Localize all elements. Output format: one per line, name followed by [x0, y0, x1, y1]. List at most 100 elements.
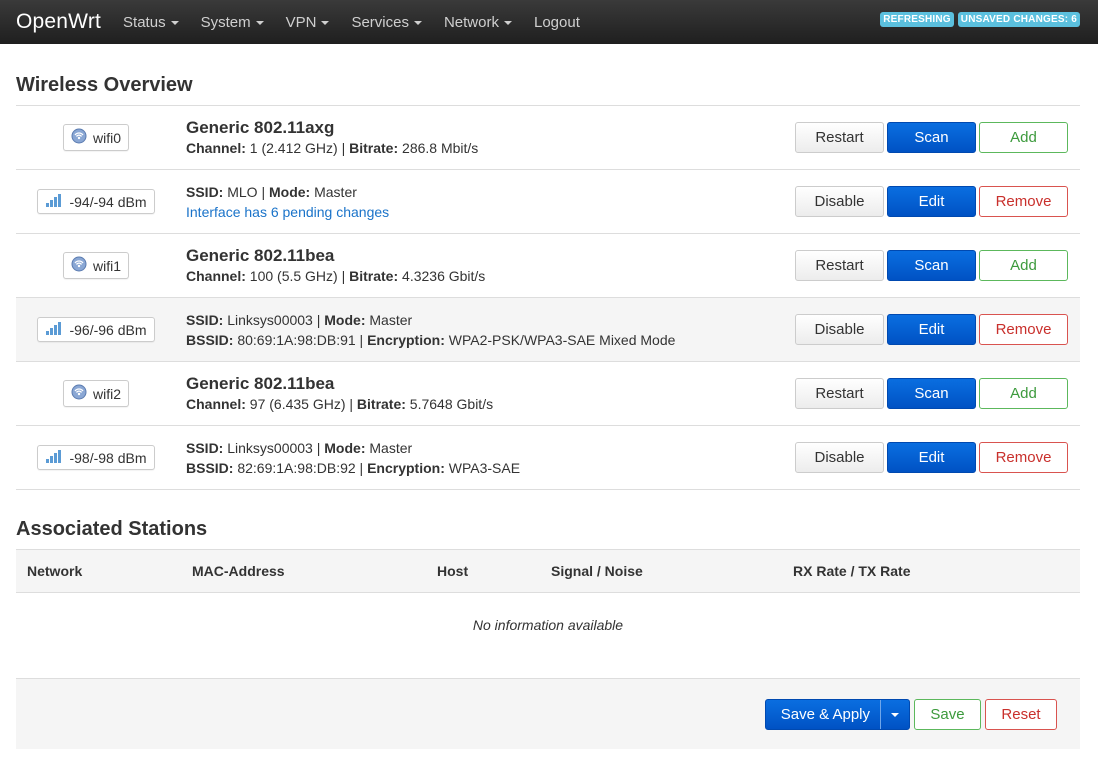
row-actions: Restart Scan Add	[795, 250, 1080, 281]
save-button[interactable]: Save	[914, 699, 981, 730]
associated-stations-title: Associated Stations	[16, 518, 208, 540]
row-info: SSID: Linksys00003 | Mode: Master BSSID: …	[176, 310, 795, 350]
detail-key: SSID:	[186, 311, 224, 328]
signal-badge: -98/-98 dBm	[37, 445, 155, 470]
add-button[interactable]: Add	[979, 250, 1068, 281]
scan-button[interactable]: Scan	[887, 250, 976, 281]
detail-value: 100 (5.5 GHz) |	[245, 267, 350, 284]
edit-button[interactable]: Edit	[887, 442, 976, 473]
badge-cell: wifi1	[16, 252, 176, 279]
detail-line: SSID: MLO | Mode: Master	[186, 182, 795, 202]
nav-item-label: VPN	[285, 13, 317, 31]
detail-value: 82:69:1A:98:DB:92 |	[233, 459, 368, 476]
detail-value: 1 (2.412 GHz) |	[245, 139, 350, 156]
add-button[interactable]: Add	[979, 378, 1068, 409]
radio-device-row: wifi1 Generic 802.11bea Channel: 100 (5.5 …	[16, 234, 1080, 298]
nav-item-status[interactable]: Status	[123, 14, 179, 31]
detail-value: 5.7648 Gbit/s	[405, 395, 494, 412]
detail-line: SSID: Linksys00003 | Mode: Master	[186, 310, 795, 330]
detail-key: Encryption:	[367, 331, 445, 348]
chevron-down-icon	[255, 21, 264, 25]
brand-logo[interactable]: OpenWrt	[16, 10, 101, 34]
device-title: Generic 802.11bea	[186, 373, 335, 393]
remove-button[interactable]: Remove	[979, 186, 1068, 217]
stations-empty-message: No information available	[472, 617, 624, 633]
row-actions: Restart Scan Add	[795, 122, 1080, 153]
scan-button[interactable]: Scan	[887, 378, 976, 409]
refreshing-badge[interactable]: REFRESHING	[880, 12, 954, 27]
nav-item-system[interactable]: System	[201, 14, 264, 31]
status-badges: REFRESHING UNSAVED CHANGES: 6	[880, 12, 1080, 27]
nav-item-logout[interactable]: Logout	[534, 14, 580, 31]
restart-button[interactable]: Restart	[795, 378, 884, 409]
detail-value: Master	[365, 311, 413, 328]
wireless-overview-title: Wireless Overview	[16, 74, 193, 96]
nav-item-services[interactable]: Services	[351, 14, 422, 31]
nav-item-label: System	[200, 13, 251, 31]
edit-button[interactable]: Edit	[887, 186, 976, 217]
signal-badge: -94/-94 dBm	[37, 189, 155, 214]
remove-button[interactable]: Remove	[979, 314, 1068, 345]
detail-line: BSSID: 82:69:1A:98:DB:92 | Encryption: W…	[186, 458, 795, 478]
detail-key: Encryption:	[367, 459, 445, 476]
save-apply-dropdown-toggle[interactable]	[880, 700, 909, 729]
badge-label: -94/-94 dBm	[69, 193, 147, 210]
signal-badge: -96/-96 dBm	[37, 317, 155, 342]
save-apply-split-button: Save & Apply	[764, 699, 910, 730]
device-badge: wifi1	[62, 252, 129, 279]
col-network: Network	[27, 563, 83, 579]
disable-button[interactable]: Disable	[795, 186, 884, 217]
chevron-down-icon	[170, 21, 179, 25]
signal-strength-icon	[45, 321, 63, 338]
detail-key: Channel:	[186, 395, 246, 412]
badge-label: wifi2	[92, 385, 121, 402]
main-menu: Status System VPN Services Network Logout	[123, 14, 602, 31]
nav-item-label: Network	[443, 13, 499, 31]
wireless-interface-row: -96/-96 dBm SSID: Linksys00003 | Mode: Ma…	[16, 298, 1080, 362]
detail-value: Master	[310, 183, 357, 200]
disable-button[interactable]: Disable	[795, 442, 884, 473]
signal-strength-icon	[45, 449, 63, 466]
row-info: SSID: Linksys00003 | Mode: Master BSSID: …	[176, 438, 795, 478]
scan-button[interactable]: Scan	[887, 122, 976, 153]
detail-value: 286.8 Mbit/s	[398, 139, 479, 156]
detail-line: Channel: 97 (6.435 GHz) | Bitrate: 5.764…	[186, 394, 795, 414]
wifi-device-icon	[71, 384, 87, 403]
wireless-overview-table: wifi0 Generic 802.11axg Channel: 1 (2.412 …	[16, 105, 1080, 490]
page-actions-footer: Save & Apply Save Reset	[16, 678, 1080, 749]
detail-key: Bitrate:	[356, 395, 406, 412]
row-actions: Restart Scan Add	[795, 378, 1080, 409]
nav-item-network[interactable]: Network	[444, 14, 512, 31]
edit-button[interactable]: Edit	[887, 314, 976, 345]
radio-device-row: wifi0 Generic 802.11axg Channel: 1 (2.412 …	[16, 106, 1080, 170]
detail-value: MLO |	[223, 183, 269, 200]
pending-changes-link[interactable]: Interface has 6 pending changes	[186, 202, 795, 222]
badge-label: -98/-98 dBm	[69, 449, 147, 466]
badge-label: -96/-96 dBm	[69, 321, 147, 338]
detail-value: Linksys00003 |	[223, 439, 325, 456]
unsaved-changes-badge[interactable]: UNSAVED CHANGES: 6	[957, 12, 1080, 27]
detail-key: SSID:	[186, 183, 224, 200]
reset-button[interactable]: Reset	[985, 699, 1057, 730]
save-apply-button[interactable]: Save & Apply	[766, 700, 880, 729]
add-button[interactable]: Add	[979, 122, 1068, 153]
wireless-interface-row: -98/-98 dBm SSID: Linksys00003 | Mode: Ma…	[16, 426, 1080, 490]
disable-button[interactable]: Disable	[795, 314, 884, 345]
restart-button[interactable]: Restart	[795, 250, 884, 281]
badge-cell: wifi2	[16, 380, 176, 407]
row-info: SSID: MLO | Mode: Master Interface has 6 …	[176, 182, 795, 222]
row-actions: Disable Edit Remove	[795, 186, 1080, 217]
detail-key: BSSID:	[186, 459, 234, 476]
device-title: Generic 802.11axg	[186, 117, 335, 137]
detail-value: WPA3-SAE	[444, 459, 521, 476]
restart-button[interactable]: Restart	[795, 122, 884, 153]
row-info: Generic 802.11bea Channel: 97 (6.435 GHz)…	[176, 374, 795, 414]
detail-value: Master	[365, 439, 413, 456]
detail-key: Bitrate:	[349, 267, 399, 284]
badge-cell: -96/-96 dBm	[16, 317, 176, 342]
remove-button[interactable]: Remove	[979, 442, 1068, 473]
detail-line: SSID: Linksys00003 | Mode: Master	[186, 438, 795, 458]
badge-label: wifi1	[92, 257, 121, 274]
nav-item-vpn[interactable]: VPN	[286, 14, 330, 31]
detail-key: SSID:	[186, 439, 224, 456]
